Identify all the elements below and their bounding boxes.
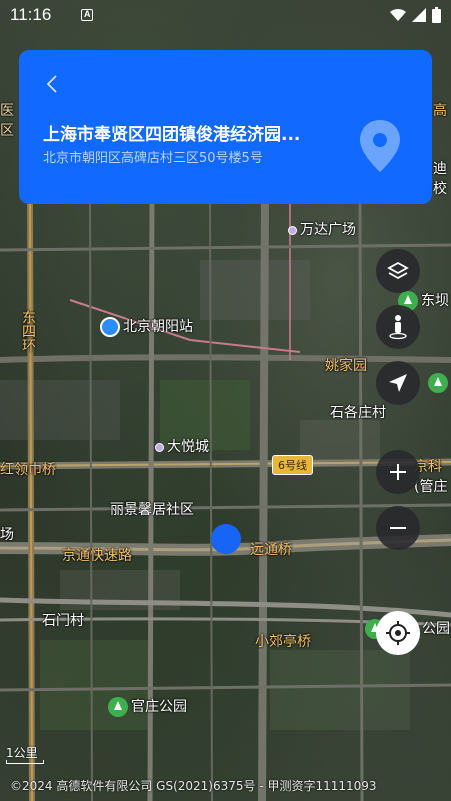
wifi-icon: [390, 8, 406, 21]
place-title: 上海市奉贤区四团镇俊港经济园...: [43, 125, 301, 145]
park-icon: [428, 373, 448, 393]
road-label-hongling: 红领巾桥: [0, 462, 56, 478]
poi-park-right-label: 公园: [422, 621, 450, 637]
navigation-arrow-icon: [389, 374, 407, 392]
poi-dot-icon: [288, 225, 297, 235]
poi-chaoyang-station-label: 北京朝阳站: [123, 319, 193, 335]
status-bar: 11:16 A: [0, 0, 451, 30]
status-icons: [390, 7, 441, 23]
back-icon[interactable]: [43, 74, 63, 94]
map-label-left-x: 区: [0, 123, 14, 139]
place-lijing: 丽景馨居社区: [110, 502, 194, 518]
poi-chaoyang-station[interactable]: 北京朝阳站: [100, 316, 193, 337]
location-pin-icon: [360, 120, 400, 172]
poi-dot-icon: [155, 442, 164, 452]
road-label-yaojia: 姚家园: [325, 358, 367, 374]
poi-park-right-top[interactable]: [428, 373, 451, 393]
signal-icon: [412, 8, 426, 22]
scale-label: 1公里: [6, 746, 38, 760]
minus-icon: [390, 527, 406, 529]
train-station-icon: [100, 317, 120, 337]
scale-bar: [6, 760, 44, 764]
zoom-out-button[interactable]: [376, 506, 420, 550]
poi-guanzhuang-park-label: 官庄公园: [131, 699, 187, 715]
map-label-right-xiao: 校: [433, 181, 447, 197]
current-location-dot: [211, 524, 241, 554]
metro-line6-badge: 6号线: [272, 455, 313, 475]
compass-button[interactable]: [376, 361, 420, 405]
walk-mode-button[interactable]: [376, 305, 420, 349]
place-guanzhuang-short: (管庄: [414, 479, 448, 495]
place-field-left: 场: [0, 527, 14, 543]
map-copyright: ©2024 高德软件有限公司 GS(2021)6375号 - 甲测资字11111…: [10, 779, 377, 793]
layers-button[interactable]: [376, 249, 420, 293]
road-label-yuantong: 远通桥: [250, 542, 292, 558]
layers-icon: [387, 261, 409, 280]
zoom-in-button[interactable]: [376, 450, 420, 494]
pedestrian-icon: [389, 315, 407, 340]
road-label-jingtong: 京通快速路: [62, 548, 132, 564]
line6-label: 6号线: [272, 455, 313, 475]
poi-dayuecheng[interactable]: 大悦城: [155, 436, 209, 456]
road-label-xiaojiaoting: 小郊亭桥: [255, 634, 311, 650]
park-icon: [108, 697, 128, 717]
poi-guanzhuang-park[interactable]: 官庄公园: [108, 696, 187, 717]
place-address: 北京市朝阳区高碑店村三区50号楼5号: [43, 151, 263, 166]
poi-wanda[interactable]: 万达广场: [288, 219, 356, 239]
place-header-card: 上海市奉贤区四团镇俊港经济园... 北京市朝阳区高碑店村三区50号楼5号: [19, 50, 432, 204]
poi-donghu-label: 东坝: [421, 293, 449, 309]
locate-me-button[interactable]: [376, 611, 420, 655]
road-label-dong4huan: 东四环: [20, 310, 36, 352]
crosshair-icon: [386, 621, 410, 645]
poi-wanda-label: 万达广场: [300, 222, 356, 238]
place-shigezhuang: 石各庄村: [330, 405, 386, 421]
map-label-left-hospital: 医: [0, 103, 14, 119]
poi-dayuecheng-label: 大悦城: [167, 439, 209, 455]
battery-icon: [432, 7, 441, 23]
map-label-right-di: 迪: [433, 161, 447, 177]
plus-icon: [390, 464, 406, 480]
notification-a-icon: A: [81, 9, 94, 21]
place-shimen: 石门村: [42, 613, 84, 629]
status-time: 11:16: [10, 5, 52, 24]
map-label-right-gao: 高: [433, 103, 447, 119]
